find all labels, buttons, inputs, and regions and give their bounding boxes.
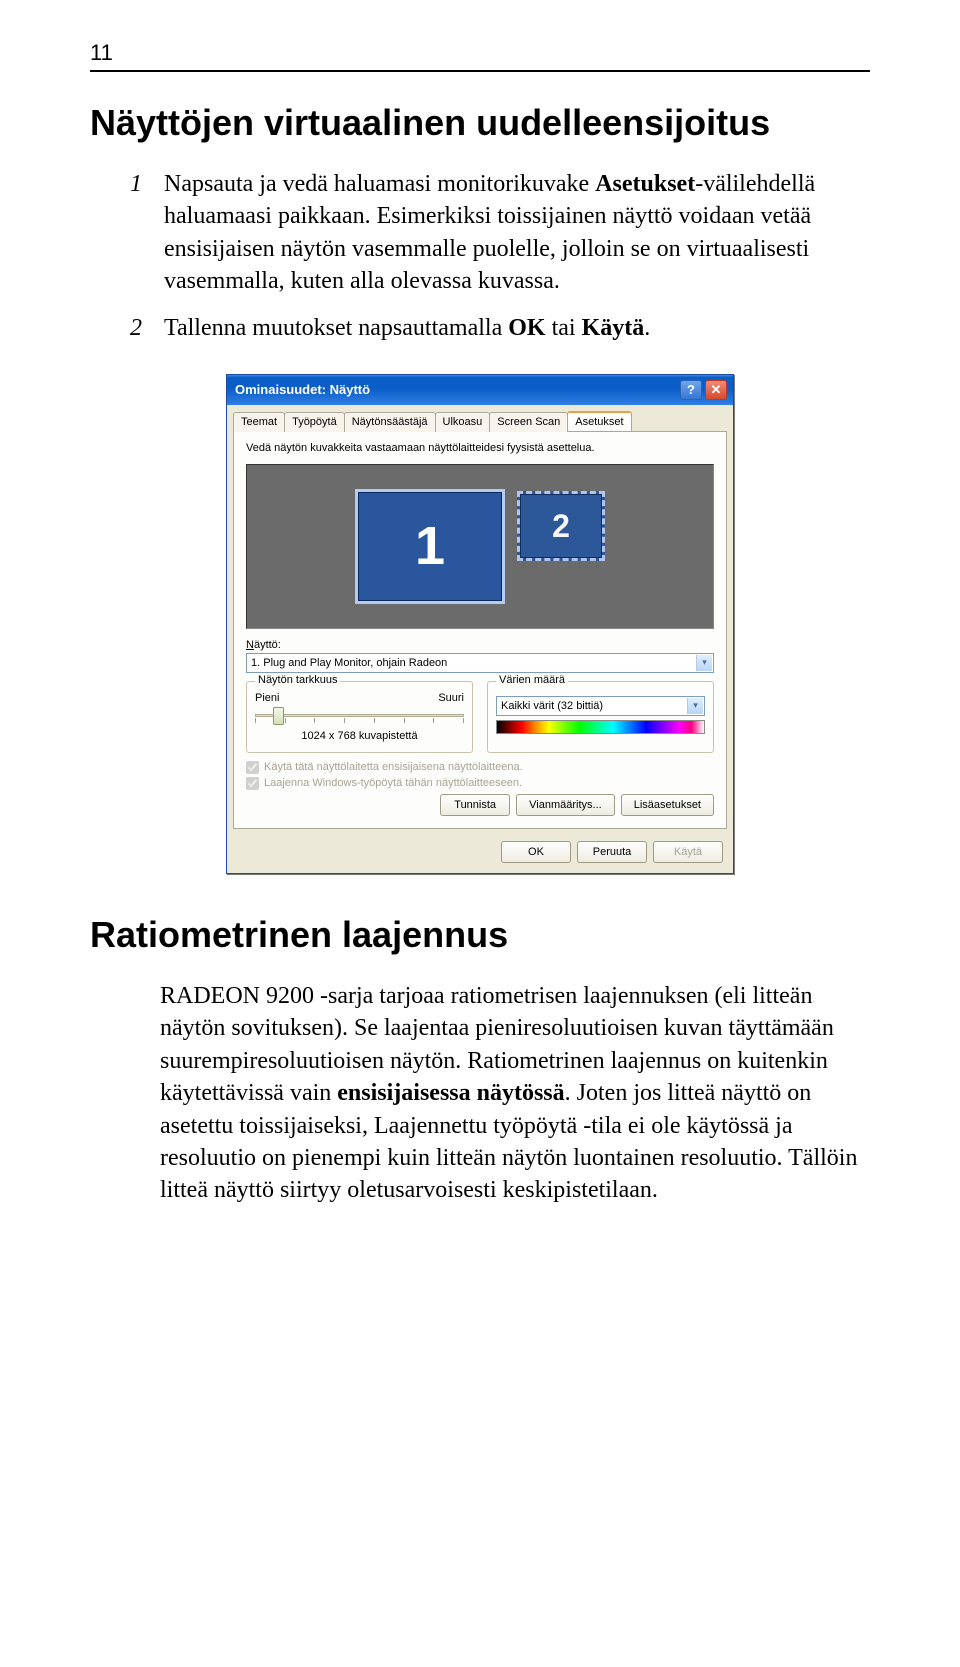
res-max-label: Suuri (438, 692, 464, 704)
res-min-label: Pieni (255, 692, 279, 704)
step-1: 1 Napsauta ja vedä haluamasi monitorikuv… (130, 168, 870, 298)
step-2-text-mid: tai (546, 315, 582, 341)
resolution-fieldset: Näytön tarkkuus Pieni Suuri (246, 681, 473, 753)
display-dropdown-value: 1. Plug and Play Monitor, ohjain Radeon (251, 657, 447, 669)
ok-button[interactable]: OK (501, 841, 571, 863)
color-dropdown[interactable]: Kaikki värit (32 bittiä) ▾ (496, 696, 705, 716)
section-title-1: Näyttöjen virtuaalinen uudelleensijoitus (90, 102, 870, 144)
help-button[interactable]: ? (680, 380, 702, 400)
steps-list: 1 Napsauta ja vedä haluamasi monitorikuv… (90, 168, 870, 344)
window-title: Ominaisuudet: Näyttö (235, 382, 677, 397)
color-legend: Värien määrä (496, 674, 568, 686)
step-1-text-pre: Napsauta ja vedä haluamasi monitorikuvak… (164, 171, 595, 197)
step-2: 2 Tallenna muutokset napsauttamalla OK t… (130, 312, 870, 344)
display-dropdown[interactable]: 1. Plug and Play Monitor, ohjain Radeon … (246, 653, 714, 673)
titlebar[interactable]: Ominaisuudet: Näyttö ? ✕ (227, 375, 733, 405)
troubleshoot-button[interactable]: Vianmääritys... (516, 794, 615, 816)
close-button[interactable]: ✕ (705, 380, 727, 400)
color-fieldset: Värien määrä Kaikki värit (32 bittiä) ▾ (487, 681, 714, 753)
tab-screen-scan[interactable]: Screen Scan (489, 412, 568, 432)
tab-strip: Teemat Työpöytä Näytönsäästäjä Ulkoasu S… (227, 405, 733, 431)
apply-button[interactable]: Käytä (653, 841, 723, 863)
dialog-screenshot: Ominaisuudet: Näyttö ? ✕ Teemat Työpöytä… (90, 374, 870, 874)
top-rule (90, 70, 870, 72)
display-select-row: Näyttö: 1. Plug and Play Monitor, ohjain… (246, 639, 714, 673)
step-1-bold: Asetukset (595, 171, 695, 197)
display-properties-dialog: Ominaisuudet: Näyttö ? ✕ Teemat Työpöytä… (226, 374, 734, 874)
dialog-button-row: OK Peruuta Käytä (227, 835, 733, 873)
primary-monitor-checkbox (246, 761, 259, 774)
page-number: 11 (90, 40, 870, 66)
advanced-button[interactable]: Lisäasetukset (621, 794, 714, 816)
identify-button[interactable]: Tunnista (440, 794, 510, 816)
extend-desktop-label: Laajenna Windows-työpöytä tähän näyttöla… (264, 777, 522, 789)
resolution-value: 1024 x 768 kuvapistettä (255, 730, 464, 742)
tab-naytonsaastaja[interactable]: Näytönsäästäjä (344, 412, 436, 432)
monitor-2-icon[interactable]: 2 (517, 491, 605, 561)
resolution-legend: Näytön tarkkuus (255, 674, 340, 686)
tab-tyopoyta[interactable]: Työpöytä (284, 412, 345, 432)
body-bold: ensisijaisessa näytössä (337, 1080, 564, 1106)
cancel-button[interactable]: Peruuta (577, 841, 647, 863)
tab-ulkoasu[interactable]: Ulkoasu (435, 412, 491, 432)
tab-asetukset[interactable]: Asetukset (567, 411, 631, 431)
extend-desktop-checkbox (246, 777, 259, 790)
step-2-text-pre: Tallenna muutokset napsauttamalla (164, 315, 508, 341)
step-2-bold: OK (508, 315, 545, 341)
step-1-num: 1 (130, 168, 142, 200)
tab-teemat[interactable]: Teemat (233, 412, 285, 432)
chevron-down-icon: ▾ (687, 698, 703, 714)
instruction-text: Vedä näytön kuvakkeita vastaamaan näyttö… (246, 442, 714, 454)
step-2-num: 2 (130, 312, 142, 344)
step-2-bold2: Käytä (582, 315, 645, 341)
slider-thumb[interactable] (273, 707, 284, 725)
chevron-down-icon: ▾ (696, 655, 712, 671)
tab-body: Vedä näytön kuvakkeita vastaamaan näyttö… (233, 431, 727, 829)
tab-button-row: Tunnista Vianmääritys... Lisäasetukset (246, 794, 714, 816)
primary-monitor-label: Käytä tätä näyttölaitetta ensisijaisena … (264, 761, 523, 773)
resolution-slider[interactable] (255, 706, 464, 726)
extend-desktop-checkbox-row: Laajenna Windows-työpöytä tähän näyttöla… (246, 777, 714, 790)
color-dropdown-value: Kaikki värit (32 bittiä) (501, 700, 603, 712)
color-spectrum-bar (496, 720, 705, 734)
primary-monitor-checkbox-row: Käytä tätä näyttölaitetta ensisijaisena … (246, 761, 714, 774)
monitor-1-icon[interactable]: 1 (355, 489, 505, 604)
section-title-2: Ratiometrinen laajennus (90, 914, 870, 956)
body-paragraph: RADEON 9200 -sarja tarjoaa ratiometrisen… (90, 980, 870, 1207)
resolution-color-row: Näytön tarkkuus Pieni Suuri (246, 681, 714, 753)
monitor-arrangement-area[interactable]: 1 2 (246, 464, 714, 629)
step-2-text-post: . (644, 315, 650, 341)
display-label: Näyttö: (246, 639, 714, 651)
